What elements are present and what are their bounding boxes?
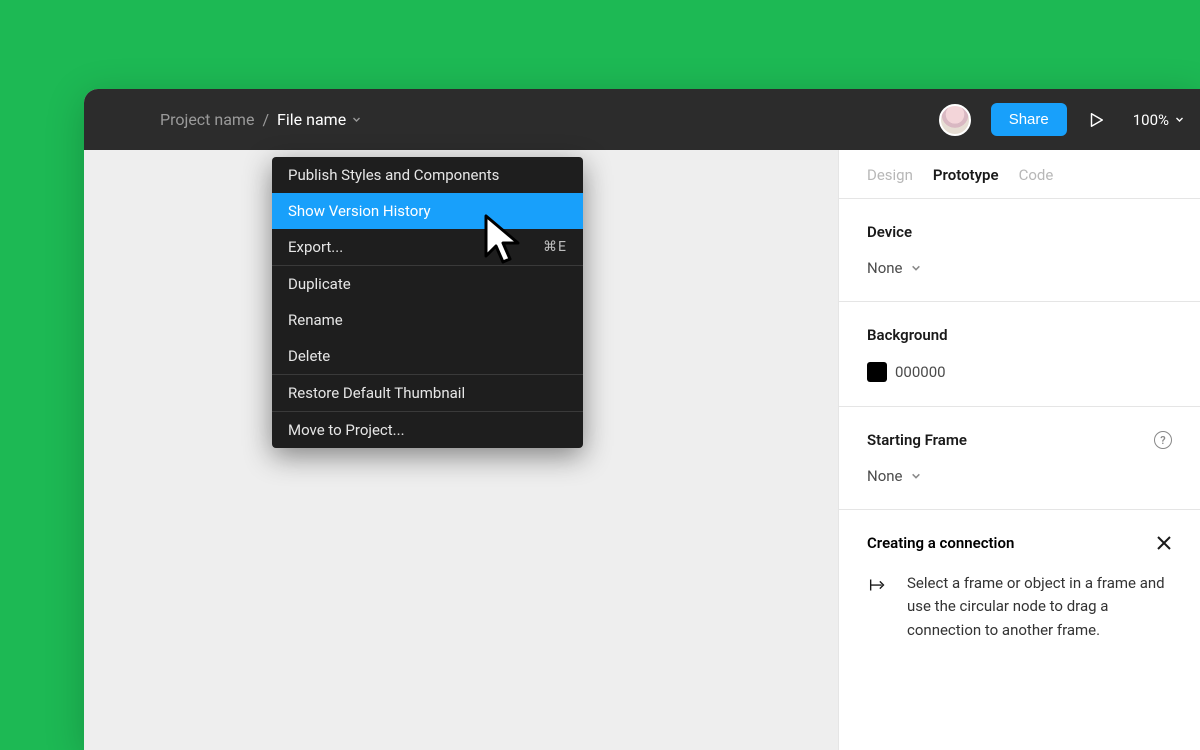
- tab-code[interactable]: Code: [1019, 166, 1054, 184]
- menu-item-label: Restore Default Thumbnail: [288, 384, 465, 402]
- starting-frame-title: Starting Frame ?: [867, 431, 1172, 449]
- starting-frame-value-text: None: [867, 467, 903, 485]
- device-section: Device None: [839, 199, 1200, 302]
- connection-body: Select a frame or object in a frame and …: [907, 572, 1172, 642]
- close-icon[interactable]: [1156, 535, 1172, 551]
- tab-design[interactable]: Design: [867, 166, 913, 184]
- connection-title: Creating a connection: [867, 534, 1014, 552]
- color-swatch[interactable]: [867, 362, 887, 382]
- help-icon[interactable]: ?: [1154, 431, 1172, 449]
- menu-item-label: Export...: [288, 238, 343, 256]
- connection-icon: [867, 574, 889, 596]
- menu-delete[interactable]: Delete: [272, 338, 583, 374]
- menu-export[interactable]: Export... ⌘E: [272, 229, 583, 265]
- background-value[interactable]: 000000: [867, 362, 1172, 382]
- menu-item-label: Delete: [288, 347, 330, 365]
- background-hex: 000000: [895, 363, 946, 381]
- chevron-down-icon: [911, 263, 921, 273]
- menu-publish-styles[interactable]: Publish Styles and Components: [272, 157, 583, 193]
- background-section: Background 000000: [839, 302, 1200, 407]
- menu-item-label: Publish Styles and Components: [288, 166, 499, 184]
- breadcrumb: Project name / File name: [160, 110, 361, 129]
- zoom-value: 100%: [1133, 111, 1169, 129]
- panel-tabs: Design Prototype Code: [839, 150, 1200, 199]
- share-button[interactable]: Share: [991, 103, 1067, 136]
- chevron-down-icon: [1175, 115, 1184, 124]
- menu-duplicate[interactable]: Duplicate: [272, 266, 583, 302]
- menu-rename[interactable]: Rename: [272, 302, 583, 338]
- app-window: Project name / File name Share 100% Desi…: [84, 89, 1200, 750]
- menu-item-label: Duplicate: [288, 275, 351, 293]
- breadcrumb-separator: /: [262, 110, 269, 129]
- menu-move-to-project[interactable]: Move to Project...: [272, 412, 583, 448]
- device-title: Device: [867, 223, 1172, 241]
- menu-item-label: Rename: [288, 311, 343, 329]
- zoom-control[interactable]: 100%: [1133, 111, 1184, 129]
- device-value-text: None: [867, 259, 903, 277]
- file-name-label: File name: [277, 110, 346, 129]
- menu-show-version-history[interactable]: Show Version History: [272, 193, 583, 229]
- starting-frame-value[interactable]: None: [867, 467, 1172, 485]
- background-title: Background: [867, 326, 1172, 344]
- menu-item-shortcut: ⌘E: [543, 239, 567, 255]
- tab-prototype[interactable]: Prototype: [933, 166, 999, 184]
- play-icon[interactable]: [1087, 111, 1105, 129]
- file-name-crumb[interactable]: File name: [277, 110, 361, 129]
- titlebar: Project name / File name Share 100%: [84, 89, 1200, 150]
- starting-frame-title-text: Starting Frame: [867, 431, 967, 449]
- menu-item-label: Show Version History: [288, 202, 431, 220]
- menu-item-label: Move to Project...: [288, 421, 405, 439]
- file-dropdown-menu: Publish Styles and Components Show Versi…: [272, 157, 583, 448]
- menu-restore-thumbnail[interactable]: Restore Default Thumbnail: [272, 375, 583, 411]
- connection-section: Creating a connection Select a frame or …: [839, 510, 1200, 666]
- device-value[interactable]: None: [867, 259, 1172, 277]
- starting-frame-section: Starting Frame ? None: [839, 407, 1200, 510]
- chevron-down-icon: [352, 115, 361, 124]
- avatar[interactable]: [939, 104, 971, 136]
- right-panel: Design Prototype Code Device None Backgr…: [838, 150, 1200, 750]
- chevron-down-icon: [911, 471, 921, 481]
- project-name-crumb[interactable]: Project name: [160, 110, 254, 129]
